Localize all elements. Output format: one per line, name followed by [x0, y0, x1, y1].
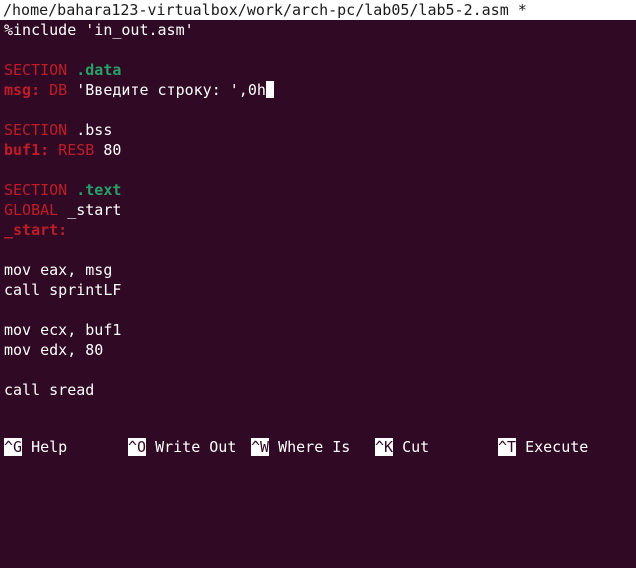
shortcut-label: Where Is: [269, 438, 351, 456]
shortcut-key: ^G: [4, 438, 23, 456]
section-keyword: SECTION: [4, 121, 68, 139]
start-label: _start:: [4, 221, 68, 239]
code-line-start-label: _start:: [4, 220, 636, 240]
global-symbol: _start: [58, 201, 122, 219]
code-line-buf1: buf1: RESB 80: [4, 140, 636, 160]
code-line-mov-edx: mov edx, 80: [4, 341, 104, 359]
msg-label: msg:: [4, 81, 41, 99]
section-keyword: SECTION: [4, 181, 68, 199]
code-line-call-sread: call sread: [4, 381, 95, 399]
shortcut-key: ^W: [251, 438, 270, 456]
shortcut-where-is[interactable]: ^W Where Is: [251, 436, 350, 458]
shortcut-key: ^O: [128, 438, 147, 456]
shortcut-help[interactable]: ^G Help: [4, 436, 67, 458]
section-name-text: .text: [76, 181, 122, 199]
shortcut-write-out[interactable]: ^O Write Out: [128, 436, 236, 458]
file-path-title: /home/bahara123-virtualbox/work/arch-pc/…: [0, 0, 636, 20]
shortcut-label: Help: [22, 438, 68, 456]
shortcut-bar: ^G Help ^O Write Out ^W Where Is ^K Cut …: [0, 436, 636, 458]
buf1-label: buf1:: [4, 141, 50, 159]
code-line-mov-ecx: mov ecx, buf1: [4, 321, 122, 339]
db-directive: DB: [49, 81, 68, 99]
shortcut-label: Cut: [393, 438, 430, 456]
msg-string: 'Введите строку: ',0h: [67, 81, 266, 99]
text-cursor: [265, 81, 274, 98]
section-keyword: SECTION: [4, 61, 68, 79]
resb-directive: RESB: [58, 141, 95, 159]
code-line-msg: msg: DB 'Введите строку: ',0h: [4, 80, 636, 100]
shortcut-execute[interactable]: ^T Execute: [498, 436, 588, 458]
shortcut-key: ^K: [375, 438, 394, 456]
code-line-call-sprintlf: call sprintLF: [4, 281, 122, 299]
buf-size: 80: [94, 141, 122, 159]
section-name-data: .data: [76, 61, 122, 79]
shortcut-key: ^T: [498, 438, 517, 456]
shortcut-cut[interactable]: ^K Cut: [375, 436, 429, 458]
code-line-section-bss: SECTION .bss: [4, 120, 636, 140]
code-line-global: GLOBAL _start: [4, 200, 636, 220]
section-name-bss: .bss: [76, 121, 113, 139]
shortcut-label: Execute: [516, 438, 589, 456]
code-line-mov-eax: mov eax, msg: [4, 261, 113, 279]
global-keyword: GLOBAL: [4, 201, 59, 219]
shortcut-label: Write Out: [146, 438, 237, 456]
editor-area[interactable]: %include 'in_out.asm' SECTION .data msg:…: [4, 20, 636, 400]
code-line-include: %include 'in_out.asm': [4, 21, 194, 39]
code-line-section-text: SECTION .text: [4, 180, 636, 200]
code-line-section-data: SECTION .data: [4, 60, 636, 80]
